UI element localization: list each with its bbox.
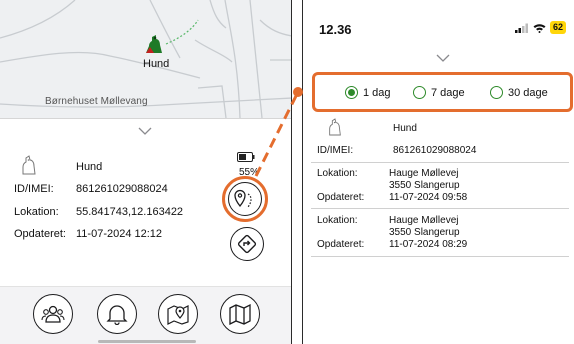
directions-icon: [237, 234, 257, 254]
dog-marker-icon[interactable]: [144, 33, 164, 55]
bell-icon: [106, 305, 128, 325]
wifi-icon: [533, 23, 546, 33]
id-imei-label: ID/IMEI:: [14, 183, 54, 195]
location-label: Lokation:: [14, 206, 59, 218]
map-place-label: Børnehuset Møllevang: [45, 96, 148, 107]
people-icon: [41, 305, 65, 323]
history-updated-label: Opdateret:: [317, 239, 365, 250]
nav-people-button[interactable]: [33, 294, 73, 334]
location-value: 55.841743,12.163422: [76, 206, 184, 218]
map-dog-label: Hund: [143, 58, 170, 70]
history-id-value: 861261029088024: [393, 145, 477, 156]
nav-map-pin-button[interactable]: [158, 294, 198, 334]
history-location-label: Lokation:: [317, 215, 358, 226]
dog-icon: [329, 118, 341, 136]
nav-map-button[interactable]: [220, 294, 260, 334]
battery-icon: [237, 152, 255, 162]
history-address-line2: 3550 Slangerup: [389, 227, 460, 238]
chevron-down-icon[interactable]: [138, 127, 152, 135]
battery-level-badge: 62: [550, 21, 567, 34]
highlight-box-period-selector: [312, 72, 573, 112]
history-dog-name: Hund: [393, 123, 417, 134]
updated-label: Opdateret:: [14, 228, 66, 240]
status-time: 12.36: [319, 22, 352, 37]
highlight-circle-history-button: [222, 176, 268, 222]
history-updated-value: 11-07-2024 08:29: [389, 239, 468, 250]
history-address-line2: 3550 Slangerup: [389, 180, 460, 191]
history-location-label: Lokation:: [317, 168, 358, 179]
map-view[interactable]: Hund Børnehuset Møllevang: [0, 0, 291, 118]
nav-notifications-button[interactable]: [97, 294, 137, 334]
directions-button[interactable]: [230, 227, 264, 261]
dog-icon: [22, 155, 36, 175]
divider: [311, 256, 569, 257]
cellular-signal-icon: [515, 23, 528, 33]
history-address-line1: Hauge Møllevej: [389, 215, 459, 226]
status-icons: 62: [515, 21, 567, 34]
chevron-down-icon[interactable]: [436, 54, 450, 62]
history-address-line1: Hauge Møllevej: [389, 168, 459, 179]
left-phone-screen: Hund Børnehuset Møllevang Hund ID/IMEI: …: [0, 0, 292, 344]
history-id-label: ID/IMEI:: [317, 145, 354, 156]
map-pin-icon: [167, 305, 189, 325]
id-imei-value: 861261029088024: [76, 183, 168, 195]
home-indicator: [98, 340, 196, 343]
updated-value: 11-07-2024 12:12: [76, 228, 163, 240]
right-phone-screen: 12.36 62 1 dag 7 dage 30 dage Hund ID/IM…: [302, 0, 574, 344]
detail-dog-name: Hund: [76, 161, 103, 173]
history-updated-value: 11-07-2024 09:58: [389, 192, 468, 203]
map-icon: [229, 303, 251, 325]
history-updated-label: Opdateret:: [317, 192, 365, 203]
divider: [311, 162, 569, 163]
divider: [311, 208, 569, 209]
